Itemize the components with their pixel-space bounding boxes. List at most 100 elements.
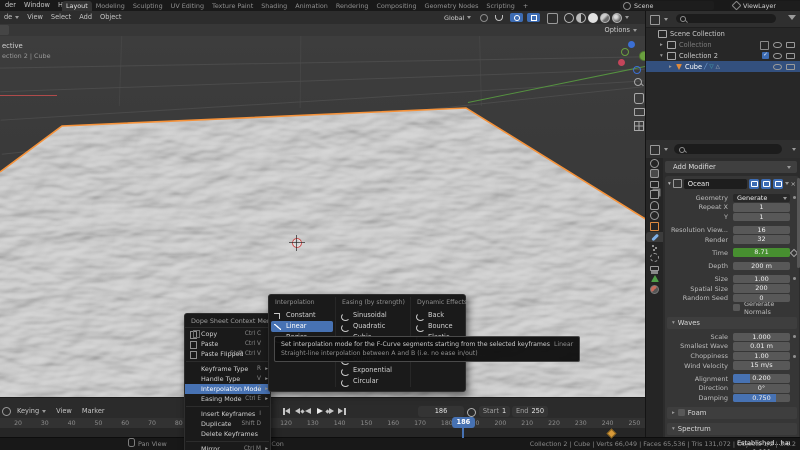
properties-tab-data[interactable]	[646, 274, 663, 285]
prop-field-wind-velocity[interactable]: 15 m/s	[733, 361, 790, 370]
view-layer-selector[interactable]: ViewLayer	[730, 1, 800, 10]
tab-animation[interactable]: Animation	[291, 1, 332, 11]
timeline-menu-view[interactable]: View	[51, 404, 77, 418]
properties-search-input[interactable]	[674, 144, 782, 154]
close-icon[interactable]: ×	[791, 180, 796, 188]
menu-item-paste-flipped[interactable]: Paste FlippedShift Ctrl V	[185, 349, 270, 359]
jump-start-button[interactable]	[281, 406, 292, 416]
eye-icon[interactable]	[773, 42, 782, 48]
playhead-line[interactable]	[462, 428, 464, 438]
camera-icon[interactable]	[786, 42, 795, 48]
animate-dot-icon[interactable]	[793, 196, 796, 199]
prop-field-repeat-x[interactable]: 1	[733, 203, 790, 212]
outliner-row-cube[interactable]: ▸Cube╱▽△	[646, 61, 800, 72]
scene-selector[interactable]: Scene	[620, 1, 714, 10]
prop-field-y[interactable]: 1	[733, 213, 790, 222]
frame-start-field[interactable]: Start1	[479, 406, 510, 417]
menu-item-handle-type[interactable]: Handle TypeV▸	[185, 374, 270, 384]
properties-filter-icon[interactable]	[792, 148, 796, 151]
shading-extra-button[interactable]	[612, 13, 622, 23]
properties-tab-tool[interactable]	[646, 158, 663, 169]
interp-item-constant[interactable]: Constant	[271, 310, 333, 321]
display-render-toggle[interactable]	[773, 179, 783, 189]
add-modifier-button[interactable]: Add Modifier	[665, 161, 797, 173]
menu-item-easing-mode[interactable]: Easing ModeCtrl E▸	[185, 394, 270, 404]
animate-dot-icon[interactable]	[793, 335, 796, 338]
wireframe-shading-button[interactable]	[564, 13, 574, 23]
xray-toggle[interactable]	[547, 13, 558, 24]
interp-item-sinusoidal[interactable]: Sinusoidal	[338, 310, 408, 321]
menu-item-duplicate[interactable]: DuplicateShift D	[185, 419, 270, 429]
tab-layout[interactable]: Layout	[62, 1, 92, 11]
prop-field-scale[interactable]: 1.000	[733, 333, 790, 342]
proportional-editing-dropdown[interactable]	[527, 13, 540, 22]
tab-geometry-nodes[interactable]: Geometry Nodes	[421, 1, 483, 11]
properties-tab-output[interactable]	[646, 179, 663, 190]
options-dropdown[interactable]: Options	[605, 25, 637, 36]
eye-icon[interactable]	[773, 53, 782, 59]
next-keyframe-button[interactable]	[325, 406, 336, 416]
viewport-menu-object[interactable]: Object	[96, 11, 125, 24]
snap-settings-dropdown[interactable]	[510, 13, 523, 22]
expand-chevron-icon[interactable]: ▾	[668, 181, 671, 187]
material-shading-button[interactable]	[588, 13, 598, 23]
outliner-row-collection[interactable]: ▸Collection	[646, 39, 800, 50]
prop-field-damping[interactable]: 0.750	[733, 394, 790, 403]
properties-tab-world[interactable]	[646, 211, 663, 222]
playhead-frame-badge[interactable]: 186	[452, 417, 475, 428]
jump-end-button[interactable]	[336, 406, 347, 416]
checkbox-icon[interactable]	[733, 304, 740, 311]
interp-item-linear[interactable]: Linear	[271, 321, 333, 332]
tab-texture-paint[interactable]: Texture Paint	[208, 1, 257, 11]
outliner-display-mode-icon[interactable]	[650, 15, 660, 25]
section-spectrum[interactable]: ▾Spectrum	[667, 423, 797, 435]
prop-field-time[interactable]: 8.71	[733, 248, 790, 257]
properties-tab-modifiers[interactable]	[646, 232, 663, 243]
prev-keyframe-button[interactable]	[292, 406, 303, 416]
modifier-extras-icon[interactable]	[785, 182, 789, 185]
timeline-menu-marker[interactable]: Marker	[77, 404, 110, 418]
properties-tab-material[interactable]	[646, 284, 663, 295]
modifier-panel-header[interactable]: ▾ Ocean ×	[665, 176, 799, 191]
solid-shading-button[interactable]	[576, 13, 586, 23]
modifier-name-field[interactable]: Ocean	[684, 179, 747, 189]
editor-type-clock-icon[interactable]	[2, 407, 11, 416]
tab-scripting[interactable]: Scripting	[482, 1, 518, 11]
active-tool-button[interactable]	[0, 25, 9, 35]
eye-icon[interactable]	[773, 64, 782, 70]
viewport-menu-select[interactable]: Select	[47, 11, 75, 24]
menu-item-delete-keyframes[interactable]: Delete Keyframes	[185, 429, 270, 439]
menu-der[interactable]: der	[1, 0, 20, 11]
mode-selector[interactable]: de	[0, 11, 23, 24]
properties-tab-constraints[interactable]	[646, 263, 663, 274]
gizmo-z-neg[interactable]	[633, 66, 641, 74]
orthographic-toggle-icon[interactable]	[634, 121, 644, 131]
expand-arrow-icon[interactable]: ▸	[669, 64, 676, 70]
gizmo-y-neg[interactable]	[621, 48, 629, 56]
camera-icon[interactable]	[786, 64, 795, 70]
prop-field-direction[interactable]: 0°	[733, 384, 790, 393]
outliner-row-scene-collection[interactable]: Scene Collection	[646, 28, 800, 39]
viewport-menu-add[interactable]: Add	[75, 11, 96, 24]
prop-field-size[interactable]: 1.00	[733, 275, 790, 284]
outliner-row-collection-2[interactable]: ▾Collection 2✓	[646, 50, 800, 61]
checkbox-icon[interactable]	[760, 41, 769, 50]
gizmo-x-axis[interactable]	[618, 59, 625, 66]
play-button[interactable]	[314, 406, 325, 416]
prop-field-resolution-view[interactable]: 16	[733, 226, 790, 235]
prop-field-spatial-size[interactable]: 200	[733, 284, 790, 293]
frame-end-field[interactable]: End250	[512, 406, 548, 417]
interp-item-back[interactable]: Back	[413, 310, 463, 321]
pan-hand-icon[interactable]	[634, 93, 644, 104]
interp-item-exponential[interactable]: Exponential	[338, 365, 408, 376]
checkbox-checked-icon[interactable]: ✓	[762, 52, 769, 59]
menu-item-mirror[interactable]: MirrorCtrl M▸	[185, 444, 270, 450]
display-realtime-toggle[interactable]	[761, 179, 771, 189]
interp-item-quadratic[interactable]: Quadratic	[338, 321, 408, 332]
animate-dot-icon[interactable]	[793, 355, 796, 358]
zoom-icon[interactable]	[634, 78, 644, 88]
prop-field-depth[interactable]: 200 m	[733, 262, 790, 271]
properties-tab-particles[interactable]	[646, 242, 663, 253]
tab-compositing[interactable]: Compositing	[372, 1, 420, 11]
viewport-menu-view[interactable]: View	[23, 11, 47, 24]
